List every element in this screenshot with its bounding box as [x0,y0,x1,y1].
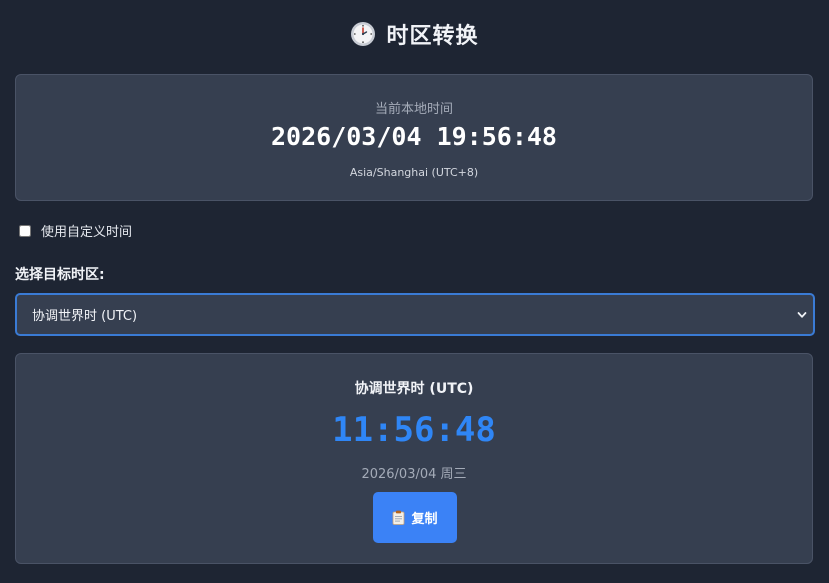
converted-time-value: 11:56:48 [332,410,496,450]
chevron-down-icon [797,309,807,319]
local-timezone: Asia/Shanghai (UTC+8) [349,166,479,179]
copy-button-label: 复制 [411,511,438,526]
page-title: 时区转换 [386,24,479,49]
local-time-value: 2026/03/04 19:56:48 [271,122,557,151]
custom-time-toggle[interactable]: 使用自定义时间 [19,221,132,240]
custom-time-checkbox[interactable] [19,224,31,237]
local-time-card: 当前本地时间 2026/03/04 19:56:48 Asia/Shanghai… [15,74,813,201]
local-time-label: 当前本地时间 [374,102,453,117]
custom-time-label: 使用自定义时间 [41,225,133,240]
page-header: 时区转换 [0,0,829,68]
converted-time-card: 协调世界时 (UTC) 11:56:48 2026/03/04 周三 复制 [15,353,813,564]
converted-date: 2026/03/04 周三 [361,467,467,482]
target-timezone-selected: 协调世界时 (UTC) [32,309,138,324]
target-timezone-select[interactable]: 协调世界时 (UTC) [15,293,815,336]
clipboard-icon [392,510,405,525]
target-zone-name: 协调世界时 (UTC) [354,381,474,397]
clock-icon [350,21,376,47]
target-timezone-label: 选择目标时区: [15,267,105,283]
copy-button[interactable]: 复制 [373,492,457,543]
